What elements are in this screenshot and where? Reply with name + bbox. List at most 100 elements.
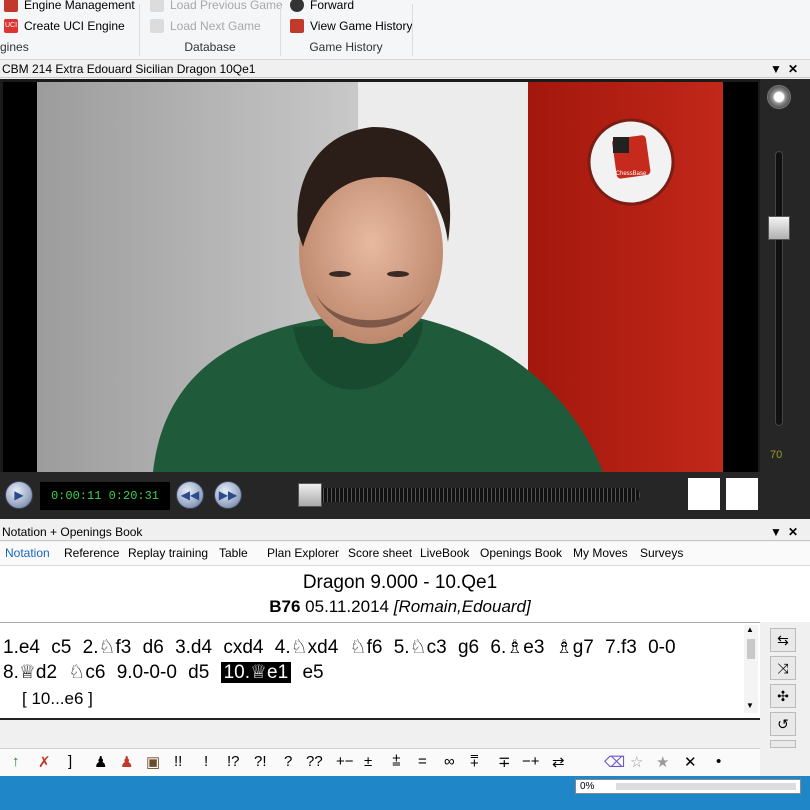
annotation-good[interactable]: ! (204, 753, 208, 770)
star-filled-icon[interactable]: ★ (656, 753, 669, 771)
create-uci-engine-button[interactable]: UCI Create UCI Engine (4, 17, 125, 35)
seek-bar[interactable] (300, 488, 640, 502)
close-icon[interactable]: ✕ (788, 523, 798, 541)
rewind-button[interactable]: ◀◀ (176, 481, 204, 509)
red-piece-icon[interactable]: ♟ (120, 753, 133, 771)
scroll-up-icon[interactable]: ▲ (746, 625, 754, 634)
tab-openings-book[interactable]: Openings Book (480, 546, 562, 560)
scroll-thumb[interactable] (747, 639, 755, 659)
view-game-history-button[interactable]: View Game History (290, 17, 412, 35)
annotation-black-slightly-better[interactable]: ⩱ (470, 753, 479, 770)
move[interactable]: 5.♘c3 (394, 637, 447, 658)
delete-move-icon[interactable]: ✗ (38, 753, 51, 771)
bracket-icon[interactable]: ] (68, 753, 72, 770)
tab-my-moves[interactable]: My Moves (573, 546, 628, 560)
tab-replay-training[interactable]: Replay training (128, 546, 208, 560)
seek-thumb[interactable] (298, 483, 322, 507)
move[interactable]: 3.d4 (175, 637, 212, 658)
tab-plan-explorer[interactable]: Plan Explorer (267, 546, 339, 560)
tab-score-sheet[interactable]: Score sheet (348, 546, 412, 560)
move[interactable]: ♘f6 (350, 637, 383, 658)
view-game-history-label: View Game History (310, 19, 413, 33)
video-frame[interactable]: ChessBase (3, 82, 758, 472)
move[interactable]: c5 (51, 637, 71, 658)
scroll-down-icon[interactable]: ▼ (746, 701, 754, 710)
video-pane-title-bar: CBM 214 Extra Edouard Sicilian Dragon 10… (0, 60, 810, 78)
annotation-equal[interactable]: = (418, 753, 427, 770)
move[interactable]: 8.♕d2 (3, 662, 57, 683)
move[interactable]: 0-0 (648, 637, 675, 658)
annotation-dubious[interactable]: ?! (254, 753, 267, 770)
promote-variation-icon[interactable]: ⤨ (770, 656, 796, 680)
annotation-black-winning[interactable]: −+ (522, 753, 540, 770)
move[interactable]: ♘c6 (68, 662, 105, 683)
annotation-mistake[interactable]: ? (284, 753, 292, 770)
arrow-up-icon[interactable]: ↑ (12, 753, 20, 770)
dropdown-icon[interactable]: ▼ (770, 60, 782, 78)
move[interactable]: ♗g7 (556, 637, 594, 658)
progress-label: 0% (580, 781, 595, 792)
tab-table[interactable]: Table (219, 546, 248, 560)
engine-management-button[interactable]: Engine Management (4, 0, 135, 14)
load-next-game-label: Load Next Game (170, 19, 261, 33)
move[interactable]: 4.♘xd4 (275, 637, 339, 658)
annotation-white-winning[interactable]: +− (336, 753, 354, 770)
volume-slider-thumb[interactable] (768, 216, 790, 240)
move[interactable]: d6 (143, 637, 164, 658)
game-title: Dragon 9.000 - 10.Qe1 (302, 572, 498, 593)
annotation-unclear[interactable]: ∞ (444, 753, 455, 770)
annotation-brilliant[interactable]: !! (174, 753, 182, 770)
fast-forward-button[interactable]: ▶▶ (214, 481, 242, 509)
move[interactable]: cxd4 (223, 637, 263, 658)
player-controls: ▶ 0:00:11 0:20:31 ◀◀ ▶▶ (0, 472, 760, 519)
move-variation-icon[interactable]: ✣ (770, 684, 796, 708)
variation[interactable]: [ 10...e6 ] (22, 689, 93, 709)
tab-livebook[interactable]: LiveBook (420, 546, 469, 560)
moves-scrollbar[interactable]: ▲ ▼ (744, 625, 758, 713)
tab-reference[interactable]: Reference (64, 546, 119, 560)
annotation-counterplay[interactable]: ⇄ (552, 753, 565, 771)
close-icon[interactable]: ✕ (788, 60, 798, 78)
dot-icon[interactable]: • (716, 753, 721, 770)
move[interactable]: g6 (458, 637, 479, 658)
load-next-game-button[interactable]: Load Next Game (150, 17, 261, 35)
forward-button[interactable]: Forward (290, 0, 354, 14)
video-image: ChessBase (3, 82, 758, 472)
move[interactable]: e5 (302, 662, 323, 683)
move[interactable]: 7.f3 (605, 637, 637, 658)
load-previous-game-button[interactable]: Load Previous Game (150, 0, 283, 14)
annotation-blunder[interactable]: ?? (306, 753, 323, 770)
move[interactable]: 9.0-0-0 (117, 662, 177, 683)
engine-management-label: Engine Management (24, 0, 135, 12)
annotation-interesting[interactable]: !? (227, 753, 240, 770)
annotation-white-better[interactable]: ± (364, 753, 372, 770)
eraser-icon[interactable]: ⌫ (604, 753, 625, 771)
tools-icon[interactable]: ✕ (684, 753, 697, 771)
move[interactable]: 2.♘f3 (83, 637, 132, 658)
load-previous-game-label: Load Previous Game (170, 0, 283, 12)
annotation-white-slightly-better[interactable]: ⩲ (392, 753, 401, 770)
current-move[interactable]: 10.♕e1 (220, 662, 292, 683)
volume-icon[interactable] (767, 85, 791, 109)
fast-forward-icon: ▶▶ (218, 488, 238, 502)
dropdown-icon[interactable]: ▼ (770, 523, 782, 541)
annotation-black-better[interactable]: ∓ (498, 753, 511, 771)
undo-icon[interactable]: ↺ (770, 712, 796, 736)
view-toggle-button[interactable] (688, 478, 720, 510)
rewind-icon: ◀◀ (180, 488, 200, 502)
volume-slider-track[interactable] (775, 151, 783, 426)
play-button[interactable]: ▶ (5, 481, 33, 509)
notation-moves: 1.e4 c5 2.♘f3 d6 3.d4 cxd4 4.♘xd4 ♘f6 5.… (0, 622, 760, 720)
training-icon[interactable]: ▣ (146, 753, 160, 771)
move[interactable]: d5 (188, 662, 209, 683)
more-tools-icon[interactable] (770, 740, 796, 748)
tab-notation[interactable]: Notation (5, 546, 50, 560)
black-piece-icon[interactable]: ♟ (94, 753, 107, 771)
move[interactable]: 1.e4 (3, 637, 40, 658)
insert-variation-icon[interactable]: ⇆ (770, 628, 796, 652)
tab-surveys[interactable]: Surveys (640, 546, 683, 560)
star-icon[interactable]: ☆ (630, 753, 643, 771)
volume-panel: 70 (760, 79, 810, 519)
move[interactable]: 6.♗e3 (490, 637, 544, 658)
fullscreen-button[interactable] (726, 478, 758, 510)
